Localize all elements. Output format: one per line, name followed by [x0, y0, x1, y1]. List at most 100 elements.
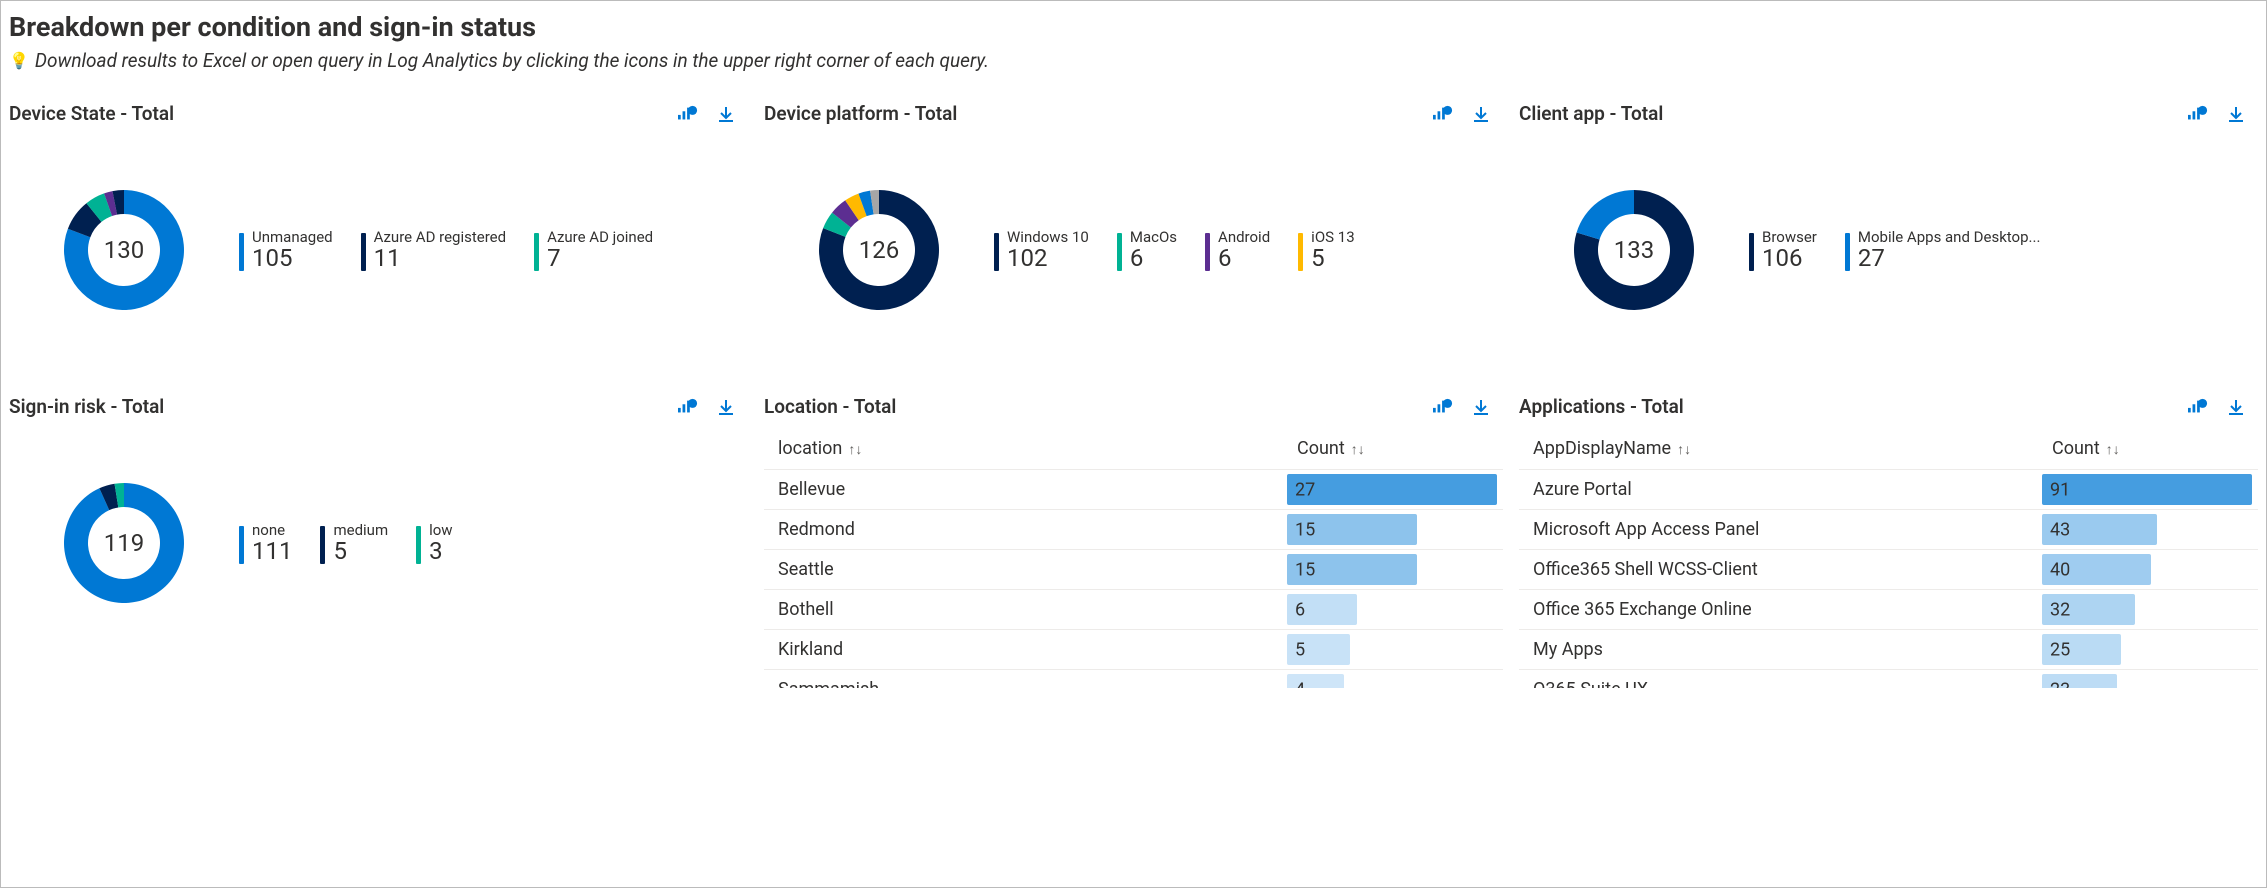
count-bar [2042, 474, 2252, 505]
download-icon[interactable] [716, 104, 736, 124]
legend: Windows 10 102 MacOs 6 Android 6 iOS 13 … [994, 229, 1355, 272]
table-row[interactable]: Office365 Shell WCSS-Client 40 [1519, 550, 2258, 590]
table-scroll[interactable]: AppDisplayName↑↓ Count↑↓ Azure Portal 91… [1519, 428, 2258, 688]
sort-icon[interactable]: ↑↓ [1351, 442, 1365, 458]
table-row[interactable]: Office 365 Exchange Online 32 [1519, 590, 2258, 630]
count-value: 15 [1295, 559, 1315, 580]
row-count-cell: 4 [1283, 670, 1503, 689]
page-hint: 💡 Download results to Excel or open quer… [9, 49, 2258, 72]
legend-item: Windows 10 102 [994, 229, 1089, 272]
card-title: Client app - Total [1519, 102, 2180, 125]
card-title: Sign-in risk - Total [9, 395, 670, 418]
legend: none 111 medium 5 low 3 [239, 522, 453, 565]
legend-value: 7 [547, 245, 653, 271]
legend-item: Browser 106 [1749, 229, 1817, 272]
table-row[interactable]: Redmond 15 [764, 510, 1503, 550]
table-scroll[interactable]: location↑↓ Count↑↓ Bellevue 27 Redmond 1… [764, 428, 1503, 688]
legend-item: Azure AD registered 11 [361, 229, 506, 272]
data-table: location↑↓ Count↑↓ Bellevue 27 Redmond 1… [764, 428, 1503, 688]
legend-label: Windows 10 [1007, 229, 1089, 246]
legend-color-swatch [994, 233, 999, 271]
legend-label: low [429, 522, 452, 539]
count-value: 6 [1295, 599, 1305, 620]
card-client-app: Client app - Total [1519, 102, 2258, 365]
legend-item: iOS 13 5 [1298, 229, 1354, 272]
download-icon[interactable] [1471, 104, 1491, 124]
sort-icon[interactable]: ↑↓ [1677, 442, 1691, 458]
row-count-cell: 32 [2038, 590, 2258, 630]
legend-label: Android [1218, 229, 1270, 246]
legend-color-swatch [239, 233, 244, 271]
table-row[interactable]: Sammamish 4 [764, 670, 1503, 689]
card-applications: Applications - Total [1519, 395, 2258, 688]
sort-icon[interactable]: ↑↓ [848, 442, 862, 458]
legend-color-swatch [320, 526, 325, 564]
legend-color-swatch [1205, 233, 1210, 271]
donut-chart: 119 [49, 468, 199, 618]
count-value: 25 [2050, 639, 2070, 660]
row-count-cell: 25 [2038, 630, 2258, 670]
donut-total: 133 [1614, 236, 1654, 264]
legend-label: Azure AD joined [547, 229, 653, 246]
sort-icon[interactable]: ↑↓ [2106, 442, 2120, 458]
card-device-platform: Device platform - Total [764, 102, 1503, 365]
table-row[interactable]: Bothell 6 [764, 590, 1503, 630]
card-location: Location - Total [764, 395, 1503, 688]
table-row[interactable]: O365 Suite UX 23 [1519, 670, 2258, 689]
row-count-cell: 91 [2038, 470, 2258, 510]
legend: Browser 106 Mobile Apps and Desktop... 2… [1749, 229, 2040, 272]
legend-label: none [252, 522, 292, 539]
table-row[interactable]: Bellevue 27 [764, 470, 1503, 510]
count-bar [1287, 474, 1497, 505]
row-label: Bellevue [764, 470, 1283, 510]
row-label: O365 Suite UX [1519, 670, 2038, 689]
row-count-cell: 27 [1283, 470, 1503, 510]
row-count-cell: 15 [1283, 550, 1503, 590]
donut-total: 130 [104, 236, 144, 264]
legend-value: 105 [252, 245, 333, 271]
column-header[interactable]: Count↑↓ [2038, 428, 2258, 470]
row-label: Redmond [764, 510, 1283, 550]
download-icon[interactable] [1471, 397, 1491, 417]
legend-color-swatch [1117, 233, 1122, 271]
legend-value: 111 [252, 538, 292, 564]
count-value: 4 [1295, 679, 1305, 688]
row-count-cell: 43 [2038, 510, 2258, 550]
column-header[interactable]: location↑↓ [764, 428, 1283, 470]
row-label: Kirkland [764, 630, 1283, 670]
count-value: 27 [1295, 479, 1315, 500]
lightbulb-icon: 💡 [9, 51, 29, 70]
count-value: 5 [1295, 639, 1305, 660]
donut-total: 126 [859, 236, 899, 264]
table-row[interactable]: Microsoft App Access Panel 43 [1519, 510, 2258, 550]
open-log-analytics-icon[interactable] [2188, 397, 2208, 417]
column-header[interactable]: AppDisplayName↑↓ [1519, 428, 2038, 470]
table-row[interactable]: My Apps 25 [1519, 630, 2258, 670]
donut-chart: 130 [49, 175, 199, 325]
open-log-analytics-icon[interactable] [678, 104, 698, 124]
legend-label: MacOs [1130, 229, 1177, 246]
download-icon[interactable] [2226, 104, 2246, 124]
legend-value: 6 [1218, 245, 1270, 271]
legend-value: 6 [1130, 245, 1177, 271]
open-log-analytics-icon[interactable] [2188, 104, 2208, 124]
count-value: 23 [2050, 679, 2070, 688]
column-header[interactable]: Count↑↓ [1283, 428, 1503, 470]
open-log-analytics-icon[interactable] [678, 397, 698, 417]
legend-color-swatch [1298, 233, 1303, 271]
row-count-cell: 5 [1283, 630, 1503, 670]
download-icon[interactable] [2226, 397, 2246, 417]
donut-total: 119 [104, 529, 144, 557]
table-row[interactable]: Kirkland 5 [764, 630, 1503, 670]
table-row[interactable]: Azure Portal 91 [1519, 470, 2258, 510]
count-value: 43 [2050, 519, 2070, 540]
open-log-analytics-icon[interactable] [1433, 397, 1453, 417]
download-icon[interactable] [716, 397, 736, 417]
open-log-analytics-icon[interactable] [1433, 104, 1453, 124]
legend-label: Azure AD registered [374, 229, 506, 246]
legend-item: Unmanaged 105 [239, 229, 333, 272]
table-row[interactable]: Seattle 15 [764, 550, 1503, 590]
row-label: Bothell [764, 590, 1283, 630]
legend-label: iOS 13 [1311, 229, 1354, 246]
legend-label: Mobile Apps and Desktop... [1858, 229, 2041, 246]
